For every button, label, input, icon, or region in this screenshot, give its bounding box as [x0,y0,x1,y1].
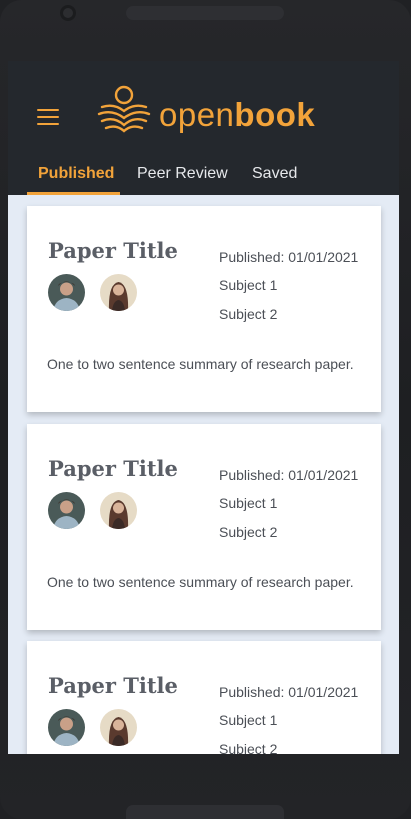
tab-saved[interactable]: Saved [252,164,297,184]
subject-tag[interactable]: Subject 2 [219,740,277,754]
tab-published[interactable]: Published [38,164,114,184]
paper-summary: One to two sentence summary of research … [47,574,354,590]
phone-frame: openbook Published Peer Review Saved Pap… [0,0,411,819]
author-avatar[interactable] [100,274,137,311]
tab-bar: Published Peer Review Saved [8,158,399,195]
app-logo-text: openbook [159,97,315,133]
active-tab-indicator [27,192,120,195]
published-date: Published: 01/01/2021 [219,467,359,483]
author-avatar[interactable] [48,274,85,311]
paper-title[interactable]: Paper Title [48,238,178,264]
subject-tag[interactable]: Subject 2 [219,305,277,323]
hamburger-menu-icon[interactable] [37,109,59,125]
subject-tag[interactable]: Subject 2 [219,523,277,541]
subject-tag[interactable]: Subject 1 [219,494,277,512]
subject-tag[interactable]: Subject 1 [219,276,277,294]
app-screen: openbook Published Peer Review Saved Pap… [8,61,399,754]
paper-summary: One to two sentence summary of research … [47,356,354,372]
subject-tag[interactable]: Subject 1 [219,711,277,729]
openbook-logo-icon [97,85,151,133]
paper-card[interactable]: Paper Title Published: 01/01/2021 Subjec… [27,206,381,412]
speaker-grille [126,6,284,20]
paper-title[interactable]: Paper Title [48,673,178,699]
logo-text-open: open [159,96,235,133]
author-avatar[interactable] [48,709,85,746]
home-indicator [126,805,284,819]
paper-card[interactable]: Paper Title Published: 01/01/2021 Subjec… [27,424,381,630]
author-avatar[interactable] [48,492,85,529]
logo-text-book: book [234,96,316,133]
published-date: Published: 01/01/2021 [219,249,359,265]
published-date: Published: 01/01/2021 [219,684,359,700]
paper-title[interactable]: Paper Title [48,456,178,482]
camera-icon [60,5,76,21]
tab-peer-review[interactable]: Peer Review [137,164,228,184]
author-avatar[interactable] [100,492,137,529]
author-avatar[interactable] [100,709,137,746]
paper-card[interactable]: Paper Title Published: 01/01/2021 Subjec… [27,641,381,754]
app-header: openbook Published Peer Review Saved [8,61,399,195]
